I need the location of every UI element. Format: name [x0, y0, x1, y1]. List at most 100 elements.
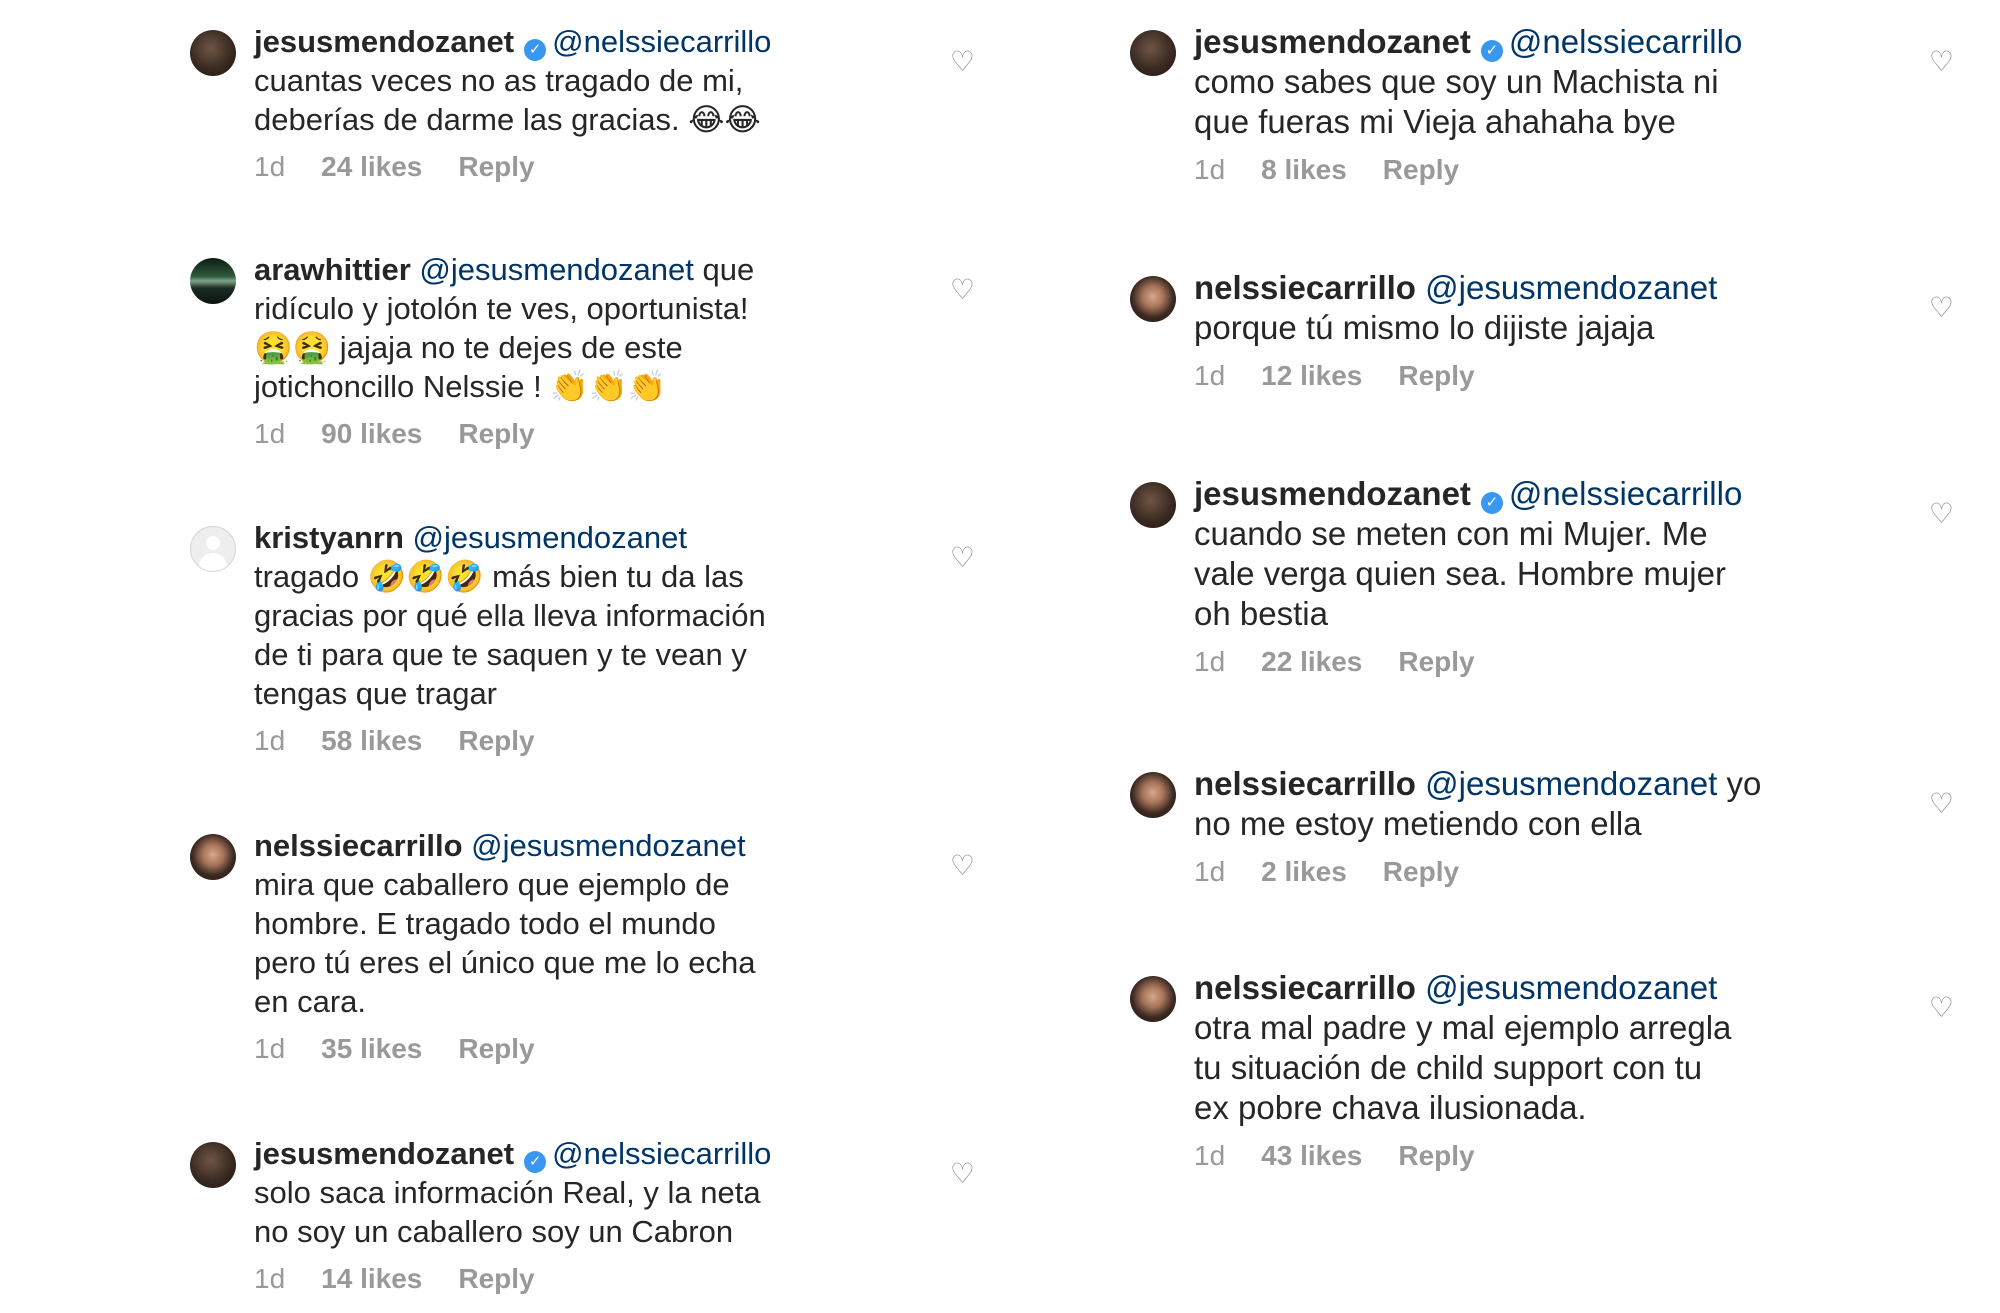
avatar[interactable] — [1130, 976, 1176, 1022]
avatar[interactable] — [190, 834, 236, 880]
comment-text-line: de ti para que te saquen y te vean y — [254, 637, 747, 672]
comment-meta: 1d 8 likes Reply — [1194, 154, 1850, 186]
comment-text-inline: yo — [1717, 765, 1762, 802]
reply-button[interactable]: Reply — [458, 151, 534, 183]
mention-link[interactable]: @nelssiecarrillo — [1509, 475, 1742, 512]
avatar[interactable] — [1130, 276, 1176, 322]
username[interactable]: nelssiecarrillo — [1194, 765, 1416, 802]
avatar[interactable] — [190, 258, 236, 304]
timestamp: 1d — [254, 151, 286, 182]
comment-text-line: pero tú eres el único que me lo echa — [254, 945, 756, 980]
avatar[interactable] — [190, 1142, 236, 1188]
username[interactable]: nelssiecarrillo — [254, 828, 463, 863]
comment-text-line: ex pobre chava ilusionada. — [1194, 1089, 1587, 1126]
username[interactable]: jesusmendozanet — [254, 1136, 514, 1171]
likes-count[interactable]: 58 likes — [321, 725, 422, 757]
reply-button[interactable]: Reply — [458, 725, 534, 757]
likes-count[interactable]: 35 likes — [321, 1033, 422, 1065]
avatar[interactable] — [190, 30, 236, 76]
comment-text-line: vale verga quien sea. Hombre mujer — [1194, 555, 1726, 592]
like-heart-icon[interactable]: ♡ — [950, 276, 975, 304]
mention-link[interactable]: @jesusmendozanet — [1425, 765, 1717, 802]
comment-text-line: cuantas veces no as tragado de mi, — [254, 63, 744, 98]
mention-link[interactable]: @jesusmendozanet — [419, 252, 693, 287]
mention-link[interactable]: @jesusmendozanet — [1425, 269, 1717, 306]
username[interactable]: jesusmendozanet — [1194, 23, 1471, 60]
avatar[interactable] — [1130, 772, 1176, 818]
comment-text-line: jotichoncillo Nelssie ! 👏👏👏 — [254, 369, 667, 404]
verified-badge-icon: ✓ — [1480, 492, 1503, 514]
reply-button[interactable]: Reply — [1398, 1140, 1474, 1172]
avatar[interactable] — [1130, 30, 1176, 76]
timestamp: 1d — [254, 1263, 286, 1294]
timestamp: 1d — [254, 1033, 286, 1064]
comment-text-line: tragado 🤣🤣🤣 más bien tu da las — [254, 559, 744, 594]
comment-meta: 1d 2 likes Reply — [1194, 856, 1850, 888]
comment-text-line: en cara. — [254, 984, 367, 1019]
like-heart-icon[interactable]: ♡ — [1929, 500, 1954, 528]
reply-button[interactable]: Reply — [458, 418, 534, 450]
likes-count[interactable]: 24 likes — [321, 151, 422, 183]
verified-badge-icon: ✓ — [524, 39, 547, 61]
timestamp: 1d — [1194, 360, 1226, 391]
username[interactable]: jesusmendozanet — [1194, 475, 1471, 512]
reply-button[interactable]: Reply — [458, 1263, 534, 1295]
like-heart-icon[interactable]: ♡ — [950, 852, 975, 880]
comment-meta: 1d 14 likes Reply — [254, 1263, 860, 1295]
comment-text-line: que fueras mi Vieja ahahaha bye — [1194, 103, 1676, 140]
mention-link[interactable]: @nelssiecarrillo — [552, 24, 771, 59]
likes-count[interactable]: 43 likes — [1261, 1140, 1362, 1172]
mention-link[interactable]: @jesusmendozanet — [413, 520, 687, 555]
comment-text-line: cuando se meten con mi Mujer. Me — [1194, 515, 1708, 552]
comment-text-inline: que — [693, 252, 755, 287]
timestamp: 1d — [254, 418, 286, 449]
like-heart-icon[interactable]: ♡ — [1929, 48, 1954, 76]
like-heart-icon[interactable]: ♡ — [950, 544, 975, 572]
comment-text-line: solo saca información Real, y la neta — [254, 1175, 761, 1210]
timestamp: 1d — [254, 725, 286, 756]
comment-text-line: oh bestia — [1194, 595, 1328, 632]
comment-meta: 1d 58 likes Reply — [254, 725, 860, 757]
like-heart-icon[interactable]: ♡ — [950, 48, 975, 76]
avatar[interactable] — [190, 526, 236, 572]
reply-button[interactable]: Reply — [1383, 856, 1459, 888]
timestamp: 1d — [1194, 154, 1226, 185]
username[interactable]: nelssiecarrillo — [1194, 969, 1416, 1006]
comment-text-line: tengas que tragar — [254, 676, 498, 711]
likes-count[interactable]: 22 likes — [1261, 646, 1362, 678]
verified-badge-icon: ✓ — [524, 1151, 547, 1173]
comment-text-line: no me estoy metiendo con ella — [1194, 805, 1642, 842]
reply-button[interactable]: Reply — [1398, 646, 1474, 678]
likes-count[interactable]: 2 likes — [1261, 856, 1347, 888]
username[interactable]: kristyanrn — [254, 520, 404, 555]
mention-link[interactable]: @nelssiecarrillo — [552, 1136, 771, 1171]
mention-link[interactable]: @jesusmendozanet — [471, 828, 745, 863]
comment-text-line: ridículo y jotolón te ves, oportunista! — [254, 291, 749, 326]
comment-text-line: no soy un caballero soy un Cabron — [254, 1214, 734, 1249]
reply-button[interactable]: Reply — [1398, 360, 1474, 392]
comment-text-line: mira que caballero que ejemplo de — [254, 867, 730, 902]
likes-count[interactable]: 14 likes — [321, 1263, 422, 1295]
likes-count[interactable]: 12 likes — [1261, 360, 1362, 392]
reply-button[interactable]: Reply — [1383, 154, 1459, 186]
comment-meta: 1d 35 likes Reply — [254, 1033, 860, 1065]
verified-badge-icon: ✓ — [1480, 40, 1503, 62]
comment-meta: 1d 43 likes Reply — [1194, 1140, 1850, 1172]
comment-meta: 1d 24 likes Reply — [254, 151, 860, 183]
like-heart-icon[interactable]: ♡ — [1929, 994, 1954, 1022]
like-heart-icon[interactable]: ♡ — [1929, 790, 1954, 818]
username[interactable]: jesusmendozanet — [254, 24, 514, 59]
mention-link[interactable]: @jesusmendozanet — [1425, 969, 1717, 1006]
username[interactable]: nelssiecarrillo — [1194, 269, 1416, 306]
comment-text-line: 🤮🤮 jajaja no te dejes de este — [254, 330, 683, 365]
avatar[interactable] — [1130, 482, 1176, 528]
like-heart-icon[interactable]: ♡ — [1929, 294, 1954, 322]
username[interactable]: arawhittier — [254, 252, 411, 287]
likes-count[interactable]: 8 likes — [1261, 154, 1347, 186]
comment-meta: 1d 22 likes Reply — [1194, 646, 1850, 678]
likes-count[interactable]: 90 likes — [321, 418, 422, 450]
comment-text-line: otra mal padre y mal ejemplo arregla — [1194, 1009, 1732, 1046]
mention-link[interactable]: @nelssiecarrillo — [1509, 23, 1742, 60]
like-heart-icon[interactable]: ♡ — [950, 1160, 975, 1188]
reply-button[interactable]: Reply — [458, 1033, 534, 1065]
